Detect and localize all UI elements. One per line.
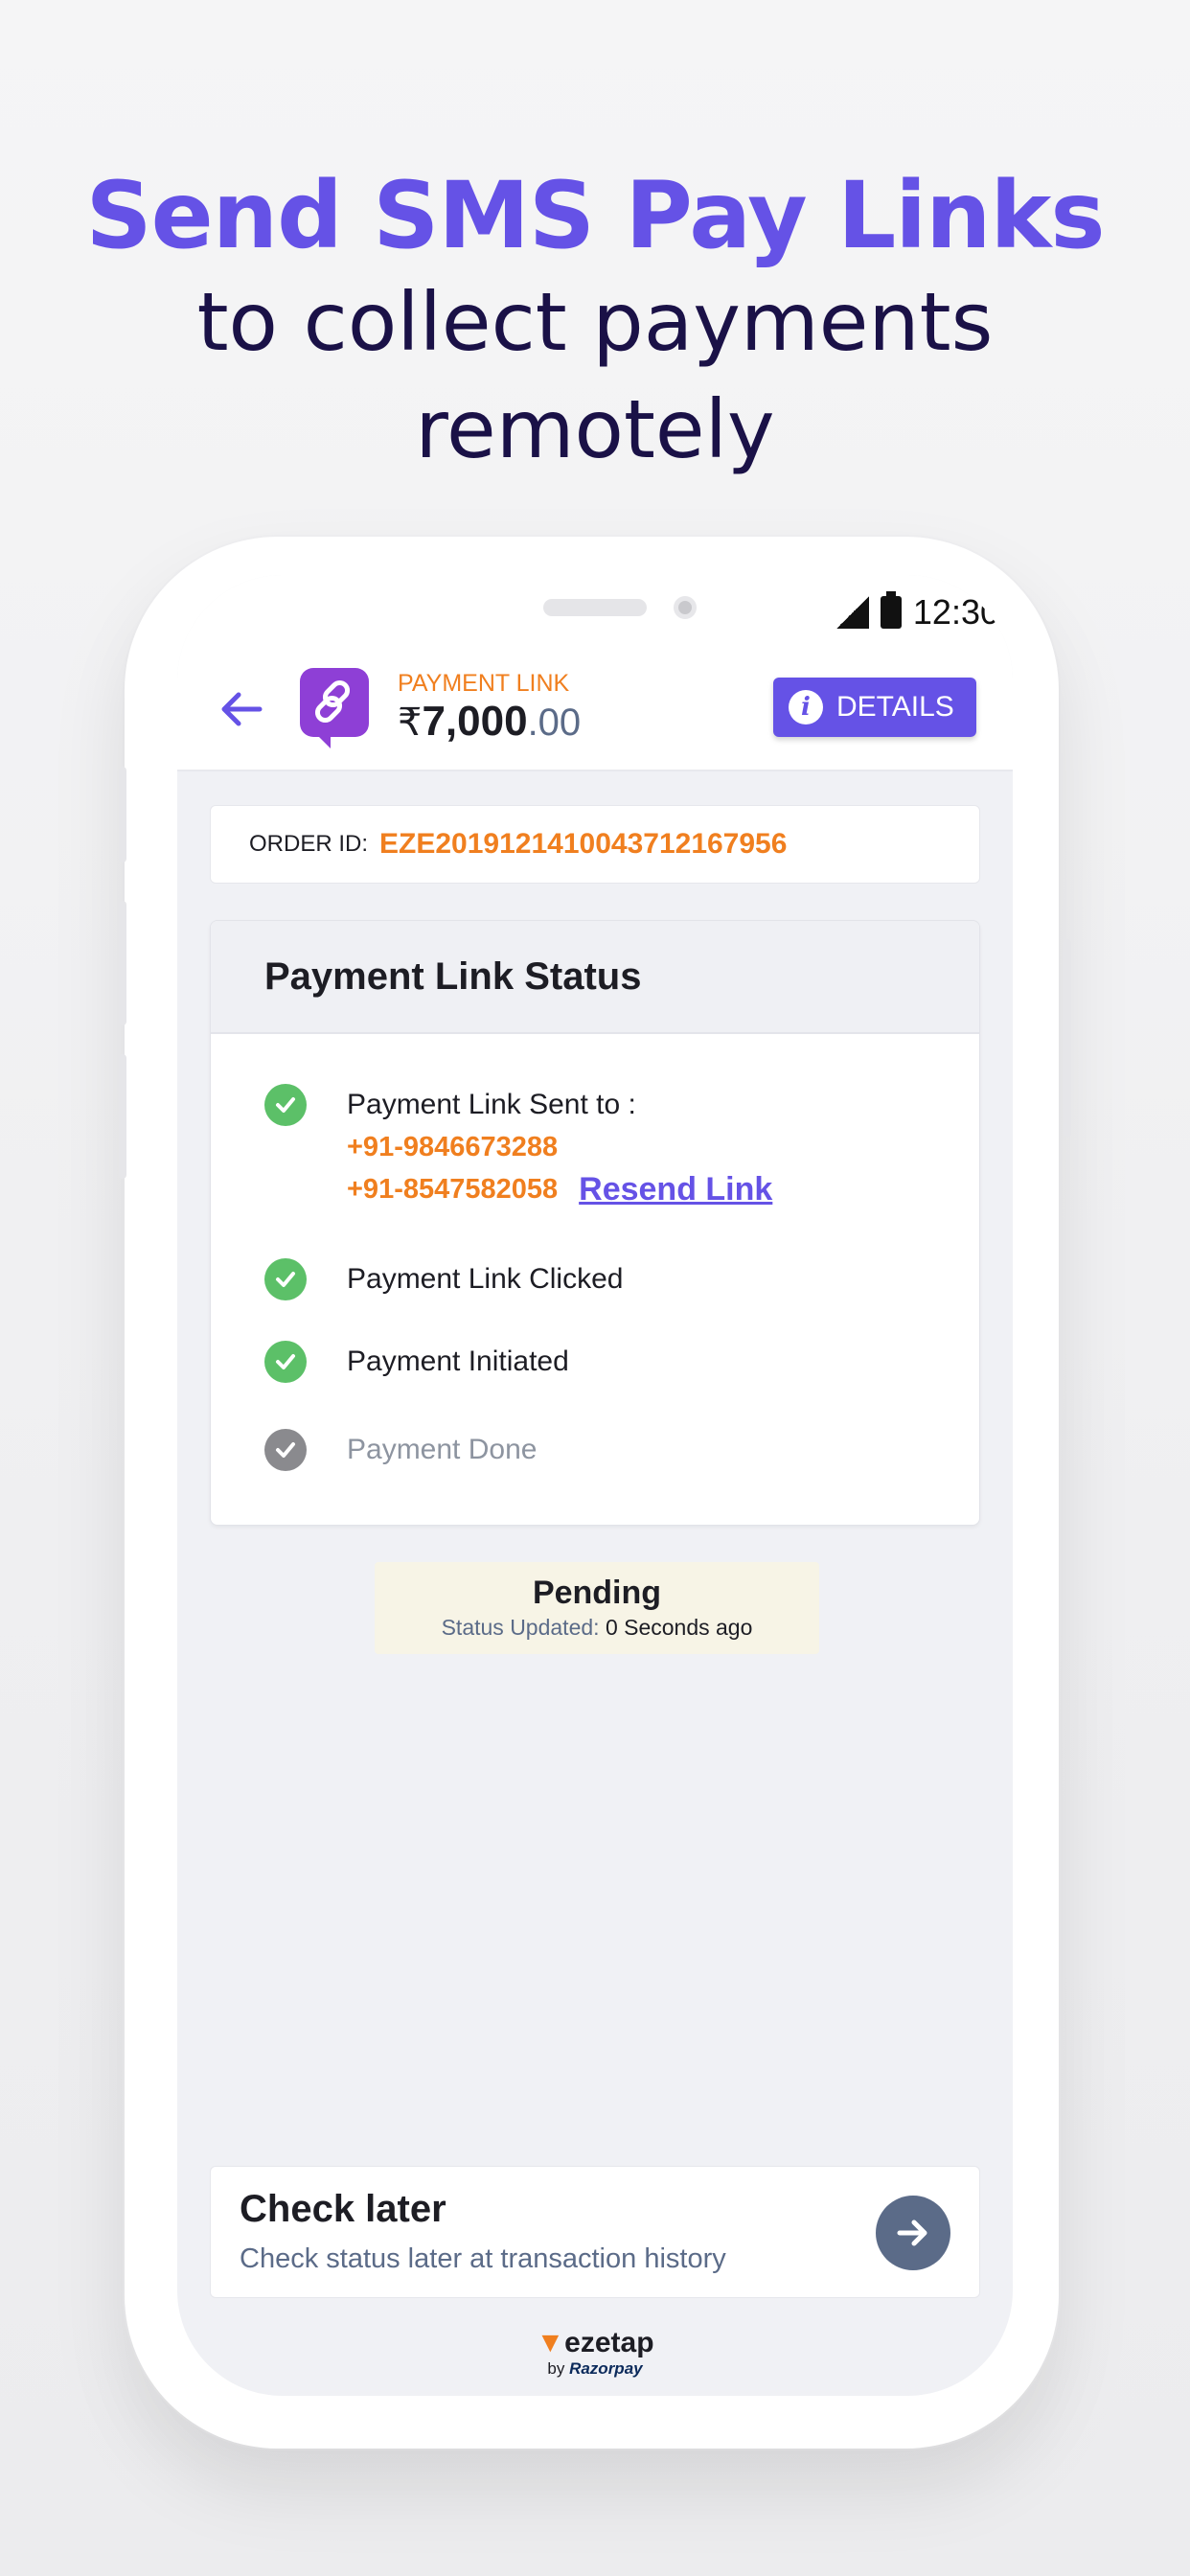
app-bar: PAYMENT LINK ₹7,000.00 i DETAILS (177, 647, 1013, 771)
step-label: Payment Link Clicked (347, 1263, 624, 1295)
payment-link-label: PAYMENT LINK (398, 670, 570, 697)
check-later-title: Check later (240, 2188, 446, 2230)
step-link-sent: Payment Link Sent to : +91-9846673288 +9… (264, 1084, 772, 1210)
phone-power-button (1064, 939, 1071, 1137)
details-button[interactable]: i DETAILS (773, 678, 976, 737)
status-updated-line: Status Updated: 0 Seconds ago (375, 1612, 819, 1643)
headline-subtitle-2: remotely (415, 382, 775, 476)
phone-volume-button (119, 1054, 126, 1179)
check-later-subtitle: Check status later at transaction histor… (240, 2243, 726, 2274)
status-card-title: Payment Link Status (211, 921, 979, 1034)
order-id-label: ORDER ID: (249, 831, 369, 857)
resend-link-button[interactable]: Resend Link (579, 1171, 772, 1208)
status-updated-label: Status Updated: (441, 1615, 600, 1640)
razorpay-logo: Razorpay (569, 2359, 643, 2378)
step-payment-initiated: Payment Initiated (264, 1341, 569, 1383)
check-circle-icon (264, 1084, 307, 1126)
step-label: Payment Done (347, 1434, 538, 1465)
brand-partner-line: by Razorpay (177, 2359, 1013, 2379)
brand-logo: ▼ezetap (177, 2327, 1013, 2359)
link-chat-icon (300, 668, 369, 748)
phone-camera (674, 596, 697, 619)
step-link-clicked: Payment Link Clicked (264, 1258, 623, 1300)
back-arrow-icon[interactable] (217, 685, 265, 733)
amount-decimal: .00 (527, 702, 582, 744)
system-icons: 12:30 (835, 591, 999, 632)
amount-main: 7,000 (422, 698, 528, 745)
check-circle-icon (264, 1258, 307, 1300)
payment-link-status-card: Payment Link Status Payment Link Sent to… (210, 920, 980, 1526)
pending-status-box: Pending Status Updated: 0 Seconds ago (375, 1562, 819, 1654)
battery-icon (880, 591, 902, 629)
phone-volume-button (119, 901, 126, 1025)
check-circle-icon (264, 1341, 307, 1383)
payment-amount: ₹7,000.00 (398, 698, 581, 746)
step-payment-done: Payment Done (264, 1429, 537, 1471)
step-label: Payment Link Sent to : (347, 1089, 636, 1120)
order-id-value: EZE2019121410043712167956 (379, 828, 788, 860)
phone-volume-button (119, 767, 126, 862)
promo-headline: Send SMS Pay Links to collect payments r… (0, 163, 1190, 483)
info-icon: i (789, 690, 823, 724)
check-later-button[interactable]: Check later Check status later at transa… (210, 2166, 980, 2298)
recipient-phone: +91-9846673288 (347, 1132, 559, 1162)
ezetap-logo-icon: ▼ (536, 2327, 565, 2358)
phone-speaker (543, 599, 647, 616)
currency-symbol: ₹ (398, 702, 423, 744)
system-time: 12:30 (912, 592, 999, 632)
details-button-label: DETAILS (836, 691, 954, 723)
brand-by-label: by (547, 2359, 565, 2378)
brand-name: ezetap (564, 2327, 654, 2358)
brand-footer: ▼ezetap by Razorpay (177, 2327, 1013, 2379)
recipient-phone: +91-8547582058 (347, 1174, 559, 1205)
order-id-box: ORDER ID: EZE2019121410043712167956 (210, 805, 980, 884)
phone-screen: 12:30 PAYMENT LINK ₹7,000.00 i DETAILS O… (177, 575, 1013, 2396)
headline-subtitle-1: to collect payments (196, 275, 994, 369)
status-updated-value: 0 Seconds ago (605, 1615, 753, 1640)
check-circle-icon (264, 1429, 307, 1471)
pending-title: Pending (532, 1575, 662, 1611)
signal-icon (835, 596, 869, 629)
headline-title: Send SMS Pay Links (85, 162, 1106, 269)
system-status-bar: 12:30 (177, 575, 1013, 647)
arrow-right-circle-icon[interactable] (876, 2196, 950, 2270)
step-label: Payment Initiated (347, 1346, 569, 1377)
